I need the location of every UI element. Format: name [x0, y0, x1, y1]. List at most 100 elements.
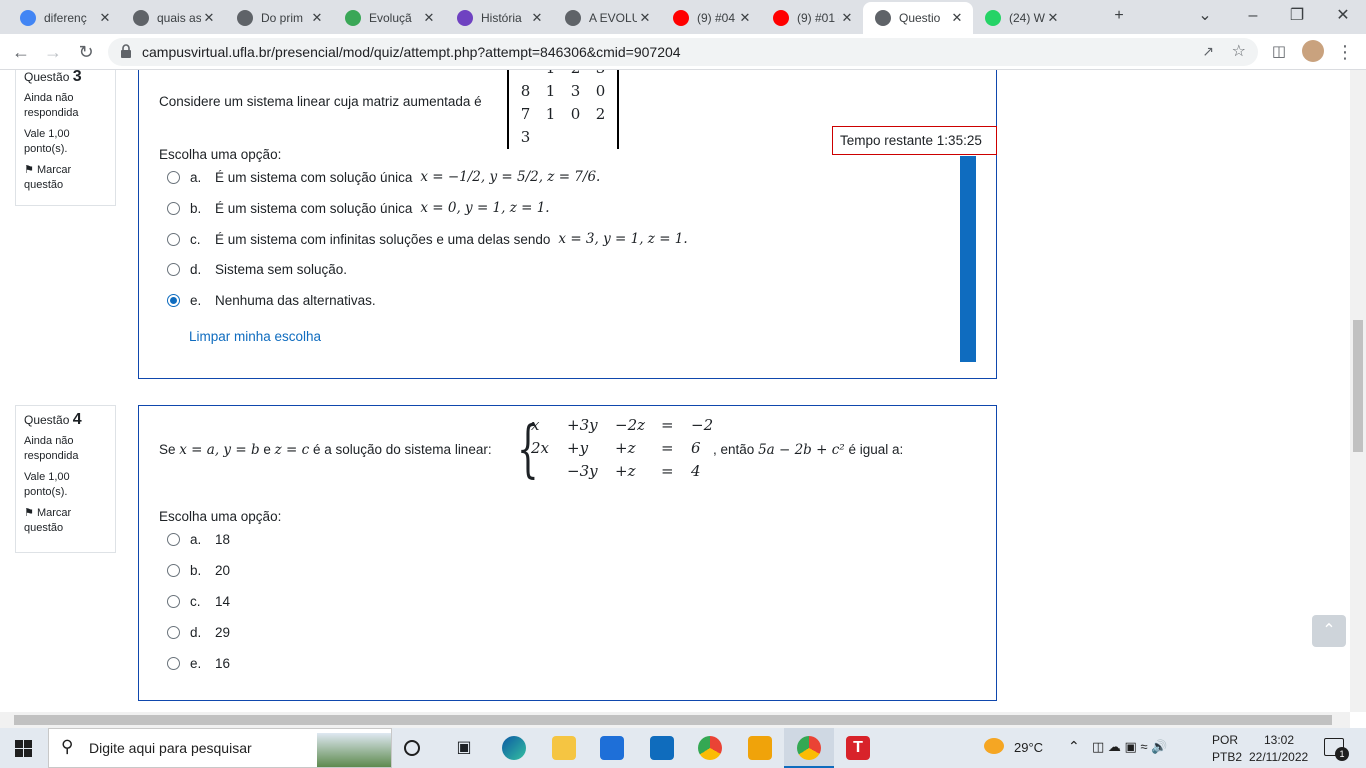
option-a[interactable]: a. 18	[167, 532, 230, 547]
chrome-icon[interactable]	[698, 736, 722, 760]
browser-tab[interactable]: Evoluçã ✕	[333, 2, 445, 34]
option-b[interactable]: b. É um sistema com solução única x = 0, y…	[167, 200, 550, 216]
task-view-icon[interactable]: ▣	[452, 736, 476, 760]
restore-icon[interactable]: ❐	[1282, 4, 1312, 28]
close-icon[interactable]: ✕	[201, 10, 217, 26]
tray-icons[interactable]: ◫ ☁ ▣ ≈ 🔊	[1092, 739, 1167, 755]
taskbar-search-box[interactable]: ⚲ Digite aqui para pesquisar	[48, 728, 392, 768]
clock-date[interactable]: 22/11/2022	[1249, 750, 1308, 764]
app-t-icon[interactable]: T	[846, 736, 870, 760]
search-placeholder: Digite aqui para pesquisar	[89, 740, 252, 756]
browser-tab[interactable]: Questio ✕	[863, 2, 973, 34]
clock-time[interactable]: 13:02	[1264, 733, 1294, 747]
cortana-icon[interactable]	[404, 740, 420, 756]
close-icon[interactable]: ✕	[97, 10, 113, 26]
edge-icon[interactable]	[502, 736, 526, 760]
option-c[interactable]: c. 14	[167, 594, 230, 609]
radio-button[interactable]	[167, 170, 180, 184]
option-letter: a.	[190, 532, 202, 547]
system-term: +3y	[567, 416, 598, 434]
browser-tab[interactable]: diferenç ✕	[8, 2, 121, 34]
system-term: =	[661, 439, 674, 457]
radio-button[interactable]	[167, 263, 180, 276]
address-bar[interactable]: campusvirtual.ufla.br/presencial/mod/qui…	[108, 38, 1258, 66]
menu-icon[interactable]: ⋮	[1332, 39, 1358, 65]
scroll-to-top-button[interactable]: ⌃	[1312, 615, 1346, 647]
weather-temp[interactable]: 29°C	[1014, 740, 1043, 755]
minimize-icon[interactable]: –	[1238, 4, 1268, 28]
option-a[interactable]: a. É um sistema com solução única x = −1/2…	[167, 169, 600, 185]
browser-tab[interactable]: (9) #01 - ✕	[761, 2, 863, 34]
tab-title: Evoluçã	[369, 11, 412, 25]
windows-start-icon[interactable]	[15, 740, 32, 757]
tab-title: Do prim	[261, 11, 304, 25]
system-term: −2	[691, 416, 714, 434]
question-text-tail: , então 5a − 2b + c² é igual a:	[713, 442, 904, 458]
option-letter: c.	[190, 594, 201, 609]
browser-tab[interactable]: quais as ✕	[121, 2, 225, 34]
option-e[interactable]: e. 16	[167, 656, 230, 671]
close-icon[interactable]: ✕	[637, 10, 653, 26]
close-icon[interactable]: ✕	[839, 10, 855, 26]
close-icon[interactable]: ✕	[421, 10, 437, 26]
slides-icon[interactable]	[748, 736, 772, 760]
option-d[interactable]: d. Sistema sem solução.	[167, 262, 347, 277]
share-icon[interactable]: ↗	[1202, 43, 1214, 60]
forward-icon[interactable]: →	[40, 39, 66, 65]
radio-button[interactable]	[167, 201, 180, 215]
option-d[interactable]: d. 29	[167, 625, 230, 640]
keyboard-layout[interactable]: PTB2	[1212, 750, 1242, 764]
flag-question[interactable]: ⚑ Marcar questão	[24, 506, 107, 536]
close-icon[interactable]: ✕	[1045, 10, 1061, 26]
browser-tab[interactable]: (9) #04 -✕	[661, 2, 761, 34]
vertical-scrollbar[interactable]	[1350, 70, 1366, 712]
system-term: −3y	[567, 462, 598, 480]
option-c[interactable]: c. É um sistema com infinitas soluções e …	[167, 231, 688, 247]
choose-label: Escolha uma opção:	[159, 509, 282, 524]
option-e[interactable]: e. Nenhuma das alternativas.	[167, 293, 376, 308]
radio-button[interactable]	[167, 232, 180, 246]
radio-button[interactable]	[167, 595, 180, 608]
radio-button[interactable]	[167, 533, 180, 546]
radio-button[interactable]	[167, 564, 180, 577]
new-tab-icon[interactable]: +	[1104, 4, 1134, 28]
notification-icon[interactable]: 1	[1324, 738, 1349, 761]
close-icon[interactable]: ✕	[737, 10, 753, 26]
language-indicator[interactable]: POR	[1212, 733, 1238, 747]
horizontal-scrollbar[interactable]	[0, 712, 1350, 728]
close-icon[interactable]: ✕	[309, 10, 325, 26]
file-explorer-icon[interactable]	[552, 736, 576, 760]
chrome-active-task[interactable]	[784, 728, 834, 768]
mail-icon[interactable]	[650, 736, 674, 760]
close-window-icon[interactable]: ✕	[1328, 4, 1358, 28]
clear-choice-link[interactable]: Limpar minha escolha	[189, 329, 321, 344]
radio-button[interactable]	[167, 626, 180, 639]
radio-button[interactable]	[167, 294, 180, 307]
option-text: 29	[215, 625, 231, 640]
option-text: É um sistema com infinitas soluções e um…	[215, 231, 551, 247]
tab-search-icon[interactable]: ⌄	[1190, 4, 1220, 28]
tray-chevron-icon[interactable]: ⌃	[1068, 738, 1080, 755]
question-3-info: Questão 3 Ainda não respondida Vale 1,00…	[15, 70, 116, 206]
browser-tab[interactable]: (24) Wh✕	[973, 2, 1069, 34]
profile-avatar[interactable]	[1302, 40, 1324, 62]
option-b[interactable]: b. 20	[167, 563, 230, 578]
back-icon[interactable]: ←	[8, 39, 34, 65]
flag-question[interactable]: ⚑ Marcar questão	[24, 163, 107, 193]
matrix-entry: 2	[563, 70, 588, 80]
close-icon[interactable]: ✕	[529, 10, 545, 26]
scrollbar-thumb[interactable]	[14, 715, 1332, 725]
scrollbar-thumb[interactable]	[1353, 320, 1363, 452]
sidepanel-icon[interactable]: ◫	[1266, 39, 1292, 65]
radio-button[interactable]	[167, 657, 180, 670]
system-term: =	[661, 462, 674, 480]
browser-tab[interactable]: A EVOLU ✕	[553, 2, 661, 34]
browser-tab[interactable]: Do prim ✕	[225, 2, 333, 34]
close-icon[interactable]: ✕	[949, 10, 965, 26]
matrix-entry: 0	[595, 82, 606, 100]
store-icon[interactable]	[600, 736, 624, 760]
matrix-entry: 7	[520, 105, 531, 123]
star-icon[interactable]: ☆	[1232, 41, 1246, 61]
reload-icon[interactable]: ↻	[73, 39, 99, 65]
browser-tab[interactable]: História ✕	[445, 2, 553, 34]
